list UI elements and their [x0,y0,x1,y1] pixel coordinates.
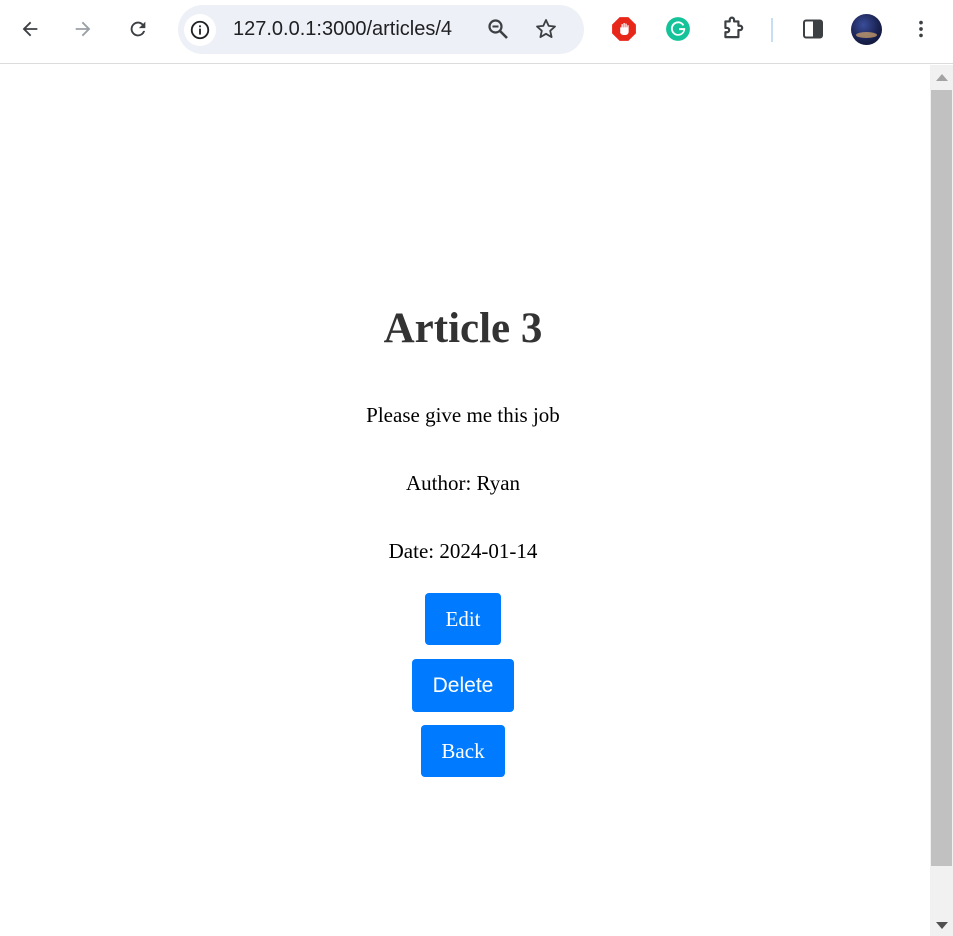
extensions-button[interactable] [716,12,750,46]
url-text[interactable]: 127.0.0.1:3000/articles/4 [233,18,452,41]
bookmark-button[interactable] [534,17,558,46]
toolbar-divider [771,18,773,42]
article-author: Author: Ryan [405,471,521,495]
puzzle-icon [724,16,744,39]
zoom-button[interactable] [486,17,510,46]
zoom-out-icon [488,19,508,39]
arrow-left-icon [22,21,38,37]
arrow-right-icon [75,21,91,37]
stop-hand-icon [612,17,636,41]
delete-button[interactable]: Delete [412,659,514,712]
adblock-extension-button[interactable] [607,12,641,46]
star-icon [536,19,556,38]
scroll-down-arrow-icon[interactable] [936,922,948,929]
article-body: Please give me this job [366,403,560,427]
back-link-button[interactable]: Back [421,725,505,777]
address-bar[interactable]: 127.0.0.1:3000/articles/4 [178,5,584,54]
article-title: Article 3 [383,305,543,352]
site-info-button[interactable] [184,14,216,46]
forward-button[interactable] [66,12,100,46]
article-date: Date: 2024-01-14 [388,539,538,563]
vertical-scrollbar[interactable] [930,65,953,936]
info-icon [190,20,210,40]
edit-button[interactable]: Edit [425,593,501,645]
grammarly-extension-button[interactable] [661,12,695,46]
kebab-menu-icon [919,20,923,38]
scroll-up-arrow-icon[interactable] [936,74,948,81]
side-panel-icon [803,19,823,39]
back-button[interactable] [13,12,47,46]
browser-toolbar: 127.0.0.1:3000/articles/4 [0,0,953,64]
grammarly-icon [666,17,690,41]
reload-icon [130,21,146,37]
page-viewport: Article 3 Please give me this job Author… [0,65,930,936]
side-panel-button[interactable] [796,12,830,46]
browser-menu-button[interactable] [904,12,938,46]
scrollbar-thumb[interactable] [931,90,952,866]
profile-avatar[interactable] [851,14,882,45]
reload-button[interactable] [121,12,155,46]
